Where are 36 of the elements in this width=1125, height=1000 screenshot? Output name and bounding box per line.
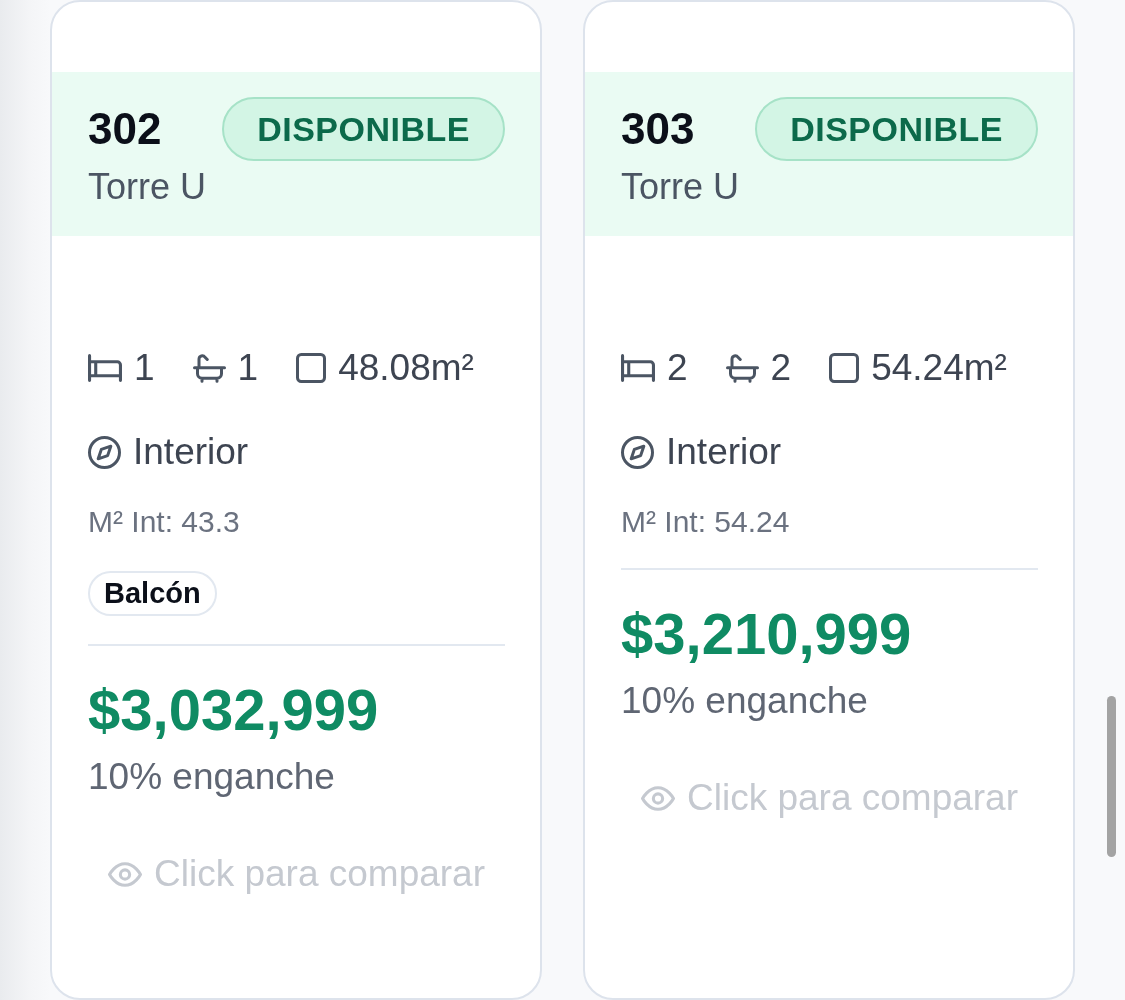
compass-icon bbox=[88, 435, 121, 469]
eye-icon bbox=[107, 861, 142, 887]
bedroom-count: 2 bbox=[667, 346, 688, 390]
bathtub-icon bbox=[725, 353, 759, 383]
price-text: $3,032,999 bbox=[88, 678, 380, 742]
bed-icon bbox=[621, 354, 655, 382]
bathroom-count: 1 bbox=[237, 346, 259, 390]
tower-name: Torre U bbox=[88, 165, 208, 209]
eye-icon bbox=[640, 785, 675, 811]
square-icon bbox=[829, 353, 860, 383]
unit-number: 303 bbox=[621, 103, 695, 155]
area-text: 54.24m² bbox=[871, 346, 1007, 390]
scrollbar-thumb[interactable] bbox=[1107, 696, 1116, 857]
status-badge: DISPONIBLE bbox=[222, 97, 505, 161]
down-payment-text: 10% enganche bbox=[621, 679, 869, 723]
feature-tag: Balcón bbox=[88, 571, 217, 616]
price-text: $3,210,999 bbox=[621, 602, 913, 666]
area-text: 48.08m² bbox=[338, 346, 474, 390]
unit-number: 302 bbox=[88, 103, 162, 155]
status-badge: DISPONIBLE bbox=[755, 97, 1038, 161]
orientation-text: Interior bbox=[133, 430, 249, 474]
down-payment-text: 10% enganche bbox=[88, 755, 336, 799]
tower-name: Torre U bbox=[621, 165, 741, 209]
square-icon bbox=[296, 353, 327, 383]
bedroom-count: 1 bbox=[134, 346, 155, 390]
compare-hint: Click para comparar bbox=[686, 776, 1019, 820]
interior-area-text: M² Int: 54.24 bbox=[621, 504, 791, 540]
bathroom-count: 2 bbox=[770, 346, 792, 390]
orientation-text: Interior bbox=[666, 430, 782, 474]
bed-icon bbox=[88, 354, 122, 382]
bathtub-icon bbox=[192, 353, 226, 383]
compare-hint: Click para comparar bbox=[153, 852, 486, 896]
unit-card[interactable]: 302 DISPONIBLE Torre U 1 1 48.08m² Interior M² Int: 43.3 Balcón $3,032,999 10% enganche Click para comparar bbox=[50, 0, 542, 1000]
interior-area-text: M² Int: 43.3 bbox=[88, 504, 241, 540]
unit-card[interactable]: 303 DISPONIBLE Torre U 2 2 54.24m² Interior M² Int: 54.24 $3,210,999 10% enganche Click para comparar bbox=[583, 0, 1075, 1000]
compass-icon bbox=[621, 435, 654, 469]
